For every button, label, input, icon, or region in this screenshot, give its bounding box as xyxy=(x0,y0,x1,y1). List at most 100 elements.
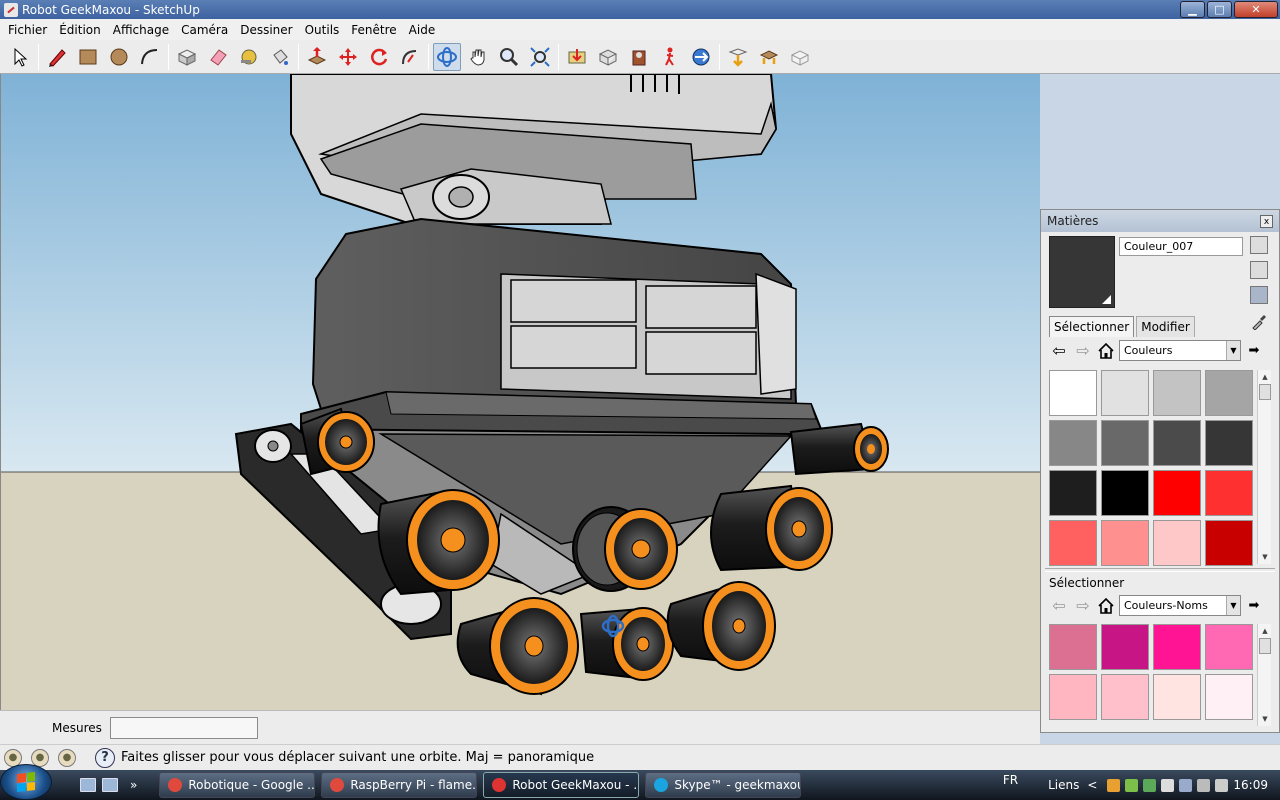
taskbar-button[interactable]: Robotique - Google ... xyxy=(159,772,316,798)
menu-fenetre[interactable]: Fenêtre xyxy=(345,23,402,37)
color-swatch[interactable] xyxy=(1153,420,1201,466)
taskbar-button[interactable]: Skype™ - geekmaxou xyxy=(645,772,802,798)
orbit-icon[interactable] xyxy=(433,42,461,71)
show-desktop-icon[interactable] xyxy=(80,778,96,792)
library2-dropdown[interactable]: Couleurs-Noms ▼ xyxy=(1119,595,1241,616)
share-component-icon[interactable] xyxy=(724,43,752,71)
network-icon[interactable] xyxy=(1179,778,1193,792)
color-swatch[interactable] xyxy=(1205,470,1253,516)
color-swatch[interactable] xyxy=(1101,520,1149,566)
tab-modifier[interactable]: Modifier xyxy=(1136,316,1195,337)
scroll-up-icon[interactable]: ▲ xyxy=(1258,370,1272,384)
color-swatch[interactable] xyxy=(1205,624,1253,670)
zoom-extents-icon[interactable] xyxy=(526,43,554,71)
default-material-icon[interactable] xyxy=(1250,286,1268,304)
color-swatch[interactable] xyxy=(1153,470,1201,516)
back-icon[interactable]: ⇦ xyxy=(1049,341,1069,361)
color-swatch[interactable] xyxy=(1153,674,1201,720)
color-swatch[interactable] xyxy=(1205,420,1253,466)
color-swatch[interactable] xyxy=(1205,674,1253,720)
follow-me-icon[interactable] xyxy=(396,43,424,71)
tray-app-icon[interactable] xyxy=(1125,778,1139,792)
paint-bucket-icon[interactable] xyxy=(266,43,294,71)
credits-icon[interactable]: ● xyxy=(31,748,49,767)
home-icon[interactable] xyxy=(1097,342,1115,360)
swatch2-scrollbar[interactable]: ▲ ▼ xyxy=(1257,624,1271,726)
preview-google-earth-icon[interactable] xyxy=(755,43,783,71)
help-icon[interactable]: ? xyxy=(95,747,115,768)
3d-viewport[interactable] xyxy=(0,74,1040,710)
eyedropper-icon[interactable] xyxy=(1251,314,1267,330)
get-models-icon[interactable] xyxy=(563,43,591,71)
language-indicator[interactable]: FR xyxy=(1003,773,1018,787)
color-swatch[interactable] xyxy=(1101,370,1149,416)
pencil-icon[interactable] xyxy=(43,43,71,71)
measurements-field[interactable] xyxy=(109,716,258,739)
switch-windows-icon[interactable] xyxy=(102,778,118,792)
taskbar-button[interactable]: RaspBerry Pi - flame... xyxy=(321,772,478,798)
library-dropdown[interactable]: Couleurs ▼ xyxy=(1119,340,1241,361)
color-swatch[interactable] xyxy=(1153,370,1201,416)
menu-fichier[interactable]: Fichier xyxy=(2,23,53,37)
share-model-icon[interactable] xyxy=(594,43,622,71)
make-component-icon[interactable] xyxy=(173,43,201,71)
menu-aide[interactable]: Aide xyxy=(403,23,442,37)
scroll-thumb[interactable] xyxy=(1259,638,1271,654)
power-icon[interactable] xyxy=(1215,778,1229,792)
user-icon[interactable]: ● xyxy=(58,748,76,767)
close-button[interactable]: ✕ xyxy=(1234,1,1278,18)
color-swatch[interactable] xyxy=(1101,470,1149,516)
taskbar-button[interactable]: Robot GeekMaxou - ... xyxy=(483,772,640,798)
look-around-icon[interactable] xyxy=(687,43,715,71)
move-icon[interactable] xyxy=(334,43,362,71)
push-pull-icon[interactable] xyxy=(303,43,331,71)
clock[interactable]: 16:09 xyxy=(1233,778,1268,792)
details-arrow-icon[interactable]: ➡ xyxy=(1245,597,1263,615)
eraser-icon[interactable] xyxy=(204,43,232,71)
menu-affichage[interactable]: Affichage xyxy=(107,23,175,37)
scroll-thumb[interactable] xyxy=(1259,384,1271,400)
material-name-field[interactable]: Couleur_007 xyxy=(1119,237,1243,256)
quick-launch-more[interactable]: » xyxy=(130,778,137,792)
details-arrow-icon[interactable]: ➡ xyxy=(1245,342,1263,360)
swatch-scrollbar[interactable]: ▲ ▼ xyxy=(1257,370,1271,564)
toggle-terrain-icon[interactable] xyxy=(786,43,814,71)
rotate-icon[interactable] xyxy=(365,43,393,71)
links-toolbar[interactable]: Liens xyxy=(1048,778,1079,792)
zoom-icon[interactable] xyxy=(495,43,523,71)
materials-close-button[interactable]: x xyxy=(1260,215,1273,228)
forward-icon[interactable]: ⇨ xyxy=(1073,341,1093,361)
color-swatch[interactable] xyxy=(1101,674,1149,720)
color-swatch[interactable] xyxy=(1049,370,1097,416)
maximize-button[interactable]: □ xyxy=(1207,1,1232,18)
menu-outils[interactable]: Outils xyxy=(299,23,346,37)
color-swatch[interactable] xyxy=(1153,624,1201,670)
start-button[interactable] xyxy=(0,764,52,800)
color-swatch[interactable] xyxy=(1205,520,1253,566)
panel-divider[interactable] xyxy=(1045,568,1275,572)
color-swatch[interactable] xyxy=(1049,674,1097,720)
menu-camera[interactable]: Caméra xyxy=(175,23,234,37)
color-swatch[interactable] xyxy=(1205,370,1253,416)
walk-icon[interactable] xyxy=(656,43,684,71)
color-swatch[interactable] xyxy=(1153,520,1201,566)
scroll-down-icon[interactable]: ▼ xyxy=(1258,550,1272,564)
tab-selectionner[interactable]: Sélectionner xyxy=(1049,316,1135,337)
color-swatch[interactable] xyxy=(1049,624,1097,670)
forward-icon[interactable]: ⇨ xyxy=(1073,596,1093,616)
create-material-icon[interactable] xyxy=(1250,261,1268,279)
menu-edition[interactable]: Édition xyxy=(53,23,107,37)
color-swatch[interactable] xyxy=(1049,420,1097,466)
color-swatch[interactable] xyxy=(1101,420,1149,466)
back-icon[interactable]: ⇦ xyxy=(1049,596,1069,616)
select-icon[interactable] xyxy=(6,43,34,71)
tray-app-icon[interactable] xyxy=(1161,778,1175,792)
circle-icon[interactable] xyxy=(105,43,133,71)
get-components-icon[interactable] xyxy=(625,43,653,71)
color-swatch[interactable] xyxy=(1101,624,1149,670)
arc-icon[interactable] xyxy=(136,43,164,71)
pan-icon[interactable] xyxy=(464,43,492,71)
tray-app-icon[interactable] xyxy=(1143,778,1157,792)
rectangle-icon[interactable] xyxy=(74,43,102,71)
color-swatch[interactable] xyxy=(1049,520,1097,566)
